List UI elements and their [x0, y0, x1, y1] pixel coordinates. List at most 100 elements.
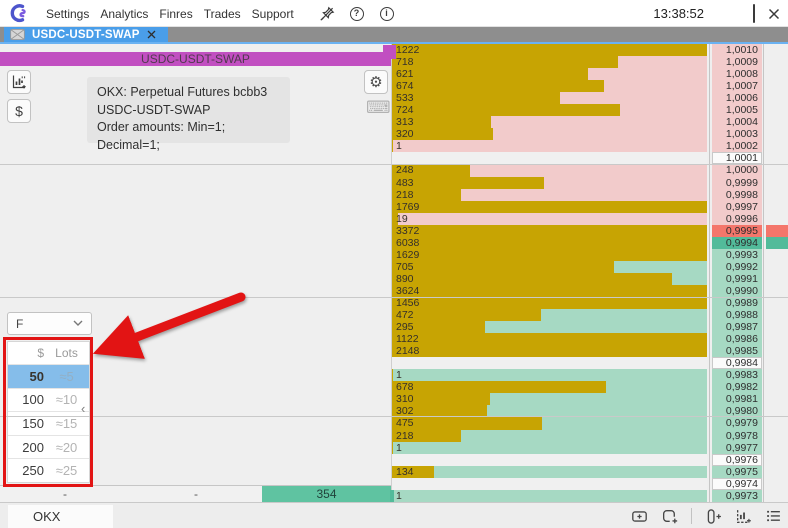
book-row[interactable]: 0,9974 [392, 478, 788, 490]
volume-label: 1 [396, 140, 402, 152]
price-label: 0,9993 [712, 249, 762, 261]
book-row-volume-zone: 621 [392, 68, 707, 80]
menu-item-trades[interactable]: Trades [204, 7, 241, 21]
grid-separator [0, 416, 788, 417]
volume-label: 472 [396, 309, 414, 321]
book-row-volume-zone: 475 [392, 417, 707, 429]
book-row[interactable]: 4750,9979 [392, 417, 788, 429]
book-row[interactable]: 14560,9989 [392, 297, 788, 309]
book-row[interactable]: 0,9984 [392, 357, 788, 369]
info-icon[interactable]: i [378, 5, 395, 22]
book-row-volume-zone: 2148 [392, 345, 707, 357]
book-row[interactable]: 2481,0000 [392, 164, 788, 176]
book-row[interactable]: 190,9996 [392, 213, 788, 225]
qty-usd-value: 250 [8, 463, 44, 478]
help-icon[interactable]: ? [348, 5, 365, 22]
instrument-header[interactable]: USDC-USDT-SWAP [0, 52, 391, 66]
menu-item-finres[interactable]: Finres [159, 7, 192, 21]
qty-row[interactable]: 200≈20 [8, 435, 89, 459]
book-row[interactable]: 8900,9991 [392, 273, 788, 285]
dollar-mode-button[interactable]: $ [7, 99, 31, 123]
book-row[interactable]: 7050,9992 [392, 261, 788, 273]
book-row[interactable]: 1340,9975 [392, 466, 788, 478]
volume-label: 320 [396, 128, 414, 140]
tab-usdc-usdt-swap[interactable]: USDC-USDT-SWAP [4, 27, 168, 42]
book-row[interactable]: 10,9977 [392, 442, 788, 454]
book-row-volume-zone [392, 152, 707, 164]
price-label: 0,9975 [712, 466, 762, 478]
volume-bar [392, 201, 707, 213]
volume-label: 19 [396, 213, 408, 225]
book-row[interactable]: 7241,0005 [392, 104, 788, 116]
qty-row[interactable]: 150≈15 [8, 411, 89, 435]
book-row[interactable]: 320 1,0003 [392, 128, 788, 140]
tab-close-icon[interactable] [147, 30, 156, 39]
book-row[interactable]: 0,9976 [392, 454, 788, 466]
unpin-icon[interactable] [318, 5, 335, 22]
menu-item-support[interactable]: Support [252, 7, 294, 21]
book-row[interactable]: 3100,9981 [392, 393, 788, 405]
volume-bar [392, 345, 707, 357]
book-row[interactable]: 5331,0006 [392, 92, 788, 104]
usd-column-header: $ [8, 346, 44, 360]
collapse-panel-handle[interactable]: ‹ [81, 402, 85, 415]
book-row[interactable]: 36240,9990 [392, 285, 788, 297]
book-row[interactable]: 4720,9988 [392, 309, 788, 321]
add-chart-icon[interactable] [735, 508, 752, 525]
mode-dropdown[interactable]: F [7, 312, 92, 335]
book-row[interactable]: 3131,0004 [392, 116, 788, 128]
price-label: 1,0005 [712, 104, 762, 116]
volume-bar [392, 417, 542, 429]
volume-bar [392, 80, 604, 92]
price-label: 0,9977 [712, 442, 762, 454]
book-row-volume-zone: 678 [392, 381, 707, 393]
settings-button[interactable]: ⚙ [364, 70, 388, 94]
qty-row[interactable]: 50≈5 [8, 364, 89, 388]
book-row[interactable]: 2180,9998 [392, 189, 788, 201]
book-row[interactable]: 11,0002 [392, 140, 788, 152]
book-row-volume-zone: 19 [392, 213, 707, 225]
menu-item-settings[interactable]: Settings [46, 7, 89, 21]
book-row[interactable]: 60380,9994 [392, 237, 788, 249]
qty-row[interactable]: 250≈25 [8, 458, 89, 482]
book-row[interactable]: 21480,9985 [392, 345, 788, 357]
book-row[interactable]: 10,9983 [392, 369, 788, 381]
price-label: 1,0001 [712, 152, 762, 164]
close-button[interactable] [768, 8, 780, 20]
quotes-list-icon[interactable] [765, 508, 782, 525]
price-label: 0,9991 [712, 273, 762, 285]
book-row[interactable]: 12221,0010 [392, 44, 788, 56]
add-instrument-icon[interactable] [705, 508, 722, 525]
book-row[interactable]: 17690,9997 [392, 201, 788, 213]
book-row[interactable]: 10,9973 [392, 490, 788, 502]
book-row[interactable]: 7181,0009 [392, 56, 788, 68]
book-row[interactable]: 11220,9986 [392, 333, 788, 345]
volume-bar [392, 309, 541, 321]
total-volume-cell: 354 [262, 486, 391, 502]
book-row[interactable]: 1,0001 [392, 152, 788, 164]
volume-label: 1222 [396, 44, 419, 56]
add-chart-button[interactable] [7, 70, 31, 94]
book-row[interactable]: 33720,9995 [392, 225, 788, 237]
book-row[interactable]: 6780,9982 [392, 381, 788, 393]
price-label: 1,0003 [712, 128, 762, 140]
volume-label: 2148 [396, 345, 419, 357]
volume-label: 295 [396, 321, 414, 333]
book-row[interactable]: 6741,0007 [392, 80, 788, 92]
book-row[interactable]: 2180,9978 [392, 430, 788, 442]
qty-lots-value: ≈20 [44, 440, 89, 455]
add-window-icon[interactable] [631, 508, 648, 525]
qty-lots-value: ≈25 [44, 463, 89, 478]
qty-row[interactable]: 100≈10 [8, 388, 89, 412]
add-tab-icon[interactable] [661, 508, 678, 525]
maximize-button[interactable] [753, 5, 755, 23]
book-row-volume-zone: 472 [392, 309, 707, 321]
book-row[interactable]: 6211,0008 [392, 68, 788, 80]
menu-item-analytics[interactable]: Analytics [100, 7, 148, 21]
account-tab[interactable]: OKX [8, 505, 113, 528]
price-label: 1,0006 [712, 92, 762, 104]
book-row[interactable]: 4830,9999 [392, 177, 788, 189]
book-row[interactable]: 16290,9993 [392, 249, 788, 261]
dom-panel: USDC-USDT-SWAP $ OKX: Perpetual Futures … [0, 44, 788, 502]
book-row[interactable]: 2950,9987 [392, 321, 788, 333]
